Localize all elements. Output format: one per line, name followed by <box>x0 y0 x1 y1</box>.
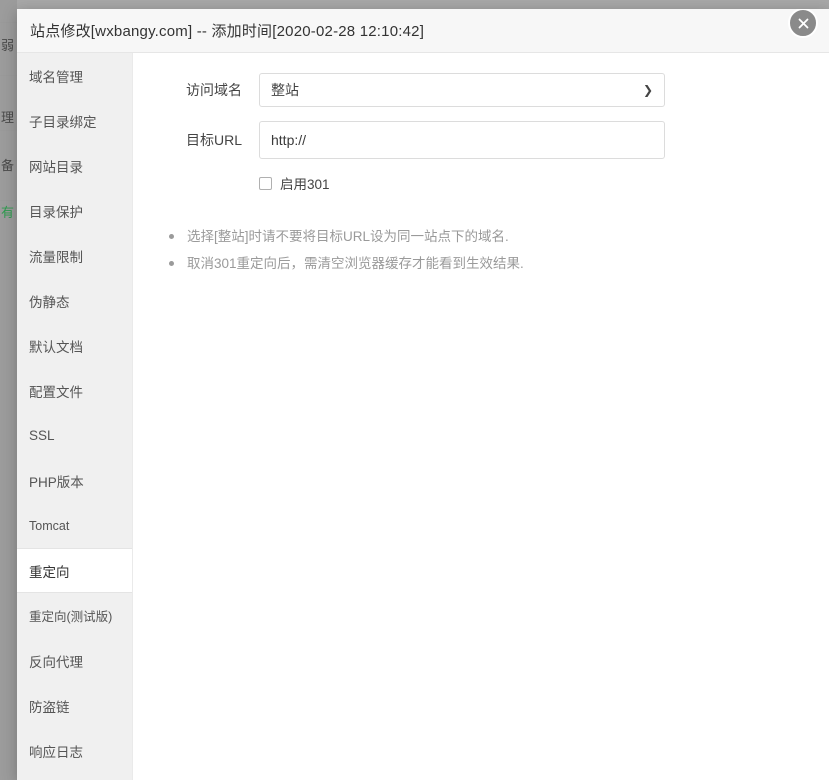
sidebar-item-5[interactable]: 伪静态 <box>17 278 132 323</box>
page-title: 站点修改[wxbangy.com] -- 添加时间[2020-02-28 12:… <box>30 23 425 40</box>
sidebar-item-6[interactable]: 默认文档 <box>17 323 132 368</box>
enable-301-label: 启用301 <box>280 177 330 192</box>
sidebar-item-13[interactable]: 反向代理 <box>17 638 132 683</box>
target-url-label: 目标URL <box>185 132 242 148</box>
sidebar-item-label: 网站目录 <box>29 159 83 175</box>
sidebar-item-label: 响应日志 <box>29 744 83 760</box>
sidebar-item-3[interactable]: 目录保护 <box>17 188 132 233</box>
sidebar-item-label: 流量限制 <box>29 249 83 265</box>
modal-header: 站点修改[wxbangy.com] -- 添加时间[2020-02-28 12:… <box>17 9 829 53</box>
domain-select-value: 整站 <box>271 82 299 98</box>
sidebar-item-label: 防盗链 <box>29 699 70 715</box>
note-item-0: 选择[整站]时请不要将目标URL设为同一站点下的域名. <box>167 223 829 250</box>
domain-select[interactable]: 整站 ❯ <box>259 73 665 107</box>
target-url-field-row: 目标URL http:// <box>133 121 829 159</box>
sidebar-item-10[interactable]: Tomcat <box>17 503 132 548</box>
note-item-1: 取消301重定向后，需清空浏览器缓存才能看到生效结果. <box>167 250 829 277</box>
sidebar-item-0[interactable]: 域名管理 <box>17 53 132 98</box>
background-text-fragment-3: 有 <box>1 205 15 220</box>
chevron-down-icon: ❯ <box>642 83 653 97</box>
sidebar-item-2[interactable]: 网站目录 <box>17 143 132 188</box>
sidebar-item-label: 子目录绑定 <box>29 114 97 130</box>
target-url-input[interactable]: http:// <box>259 121 665 159</box>
sidebar-item-label: 反向代理 <box>29 654 83 670</box>
background-text-fragment-0: 弱 <box>1 38 15 53</box>
sidebar-item-1[interactable]: 子目录绑定 <box>17 98 132 143</box>
domain-field-row: 访问域名 整站 ❯ <box>133 73 829 107</box>
sidebar-item-14[interactable]: 防盗链 <box>17 683 132 728</box>
sidebar-item-label: 伪静态 <box>29 294 70 310</box>
sidebar-item-label: 重定向 <box>29 564 70 580</box>
sidebar-item-label: Tomcat <box>29 518 70 533</box>
sidebar-item-8[interactable]: SSL <box>17 413 132 458</box>
sidebar-item-label: 默认文档 <box>29 339 83 355</box>
modal-body: 域名管理子目录绑定网站目录目录保护流量限制伪静态默认文档配置文件 SSL PHP版本… <box>17 53 829 780</box>
sidebar-item-label: 目录保护 <box>29 204 83 220</box>
enable-301-checkbox[interactable] <box>259 176 272 190</box>
sidebar-item-label: 域名管理 <box>29 69 83 85</box>
sidebar-item-12[interactable]: 重定向(测试版) <box>17 593 132 638</box>
notes-list: 选择[整站]时请不要将目标URL设为同一站点下的域名. 取消301重定向后，需清空… <box>133 223 829 277</box>
sidebar-item-label: PHP版本 <box>29 474 84 490</box>
domain-label: 访问域名 <box>186 82 242 98</box>
sidebar-item-4[interactable]: 流量限制 <box>17 233 132 278</box>
settings-sidebar: 域名管理子目录绑定网站目录目录保护流量限制伪静态默认文档配置文件 SSL PHP版本… <box>17 53 133 780</box>
sidebar-item-7[interactable]: 配置文件 <box>17 368 132 413</box>
redirect-settings-panel: 访问域名 整站 ❯ 目标URL http:// 启用301 选择[整站]时请不要… <box>133 53 829 780</box>
sidebar-item-15[interactable]: 响应日志 <box>17 728 132 773</box>
enable-301-checkbox-row[interactable]: 启用301 <box>259 173 829 193</box>
background-text-fragment-2: 备 <box>1 158 15 173</box>
close-icon[interactable] <box>788 9 818 38</box>
sidebar-item-label: SSL <box>29 428 55 443</box>
sidebar-item-9[interactable]: PHP版本 <box>17 458 132 503</box>
sidebar-item-label: 配置文件 <box>29 384 83 400</box>
background-text-fragment-1: 理 <box>1 110 15 125</box>
sidebar-item-11[interactable]: 重定向 <box>17 548 132 593</box>
site-edit-modal: 站点修改[wxbangy.com] -- 添加时间[2020-02-28 12:… <box>17 9 829 780</box>
sidebar-item-label: 重定向(测试版) <box>29 610 113 624</box>
